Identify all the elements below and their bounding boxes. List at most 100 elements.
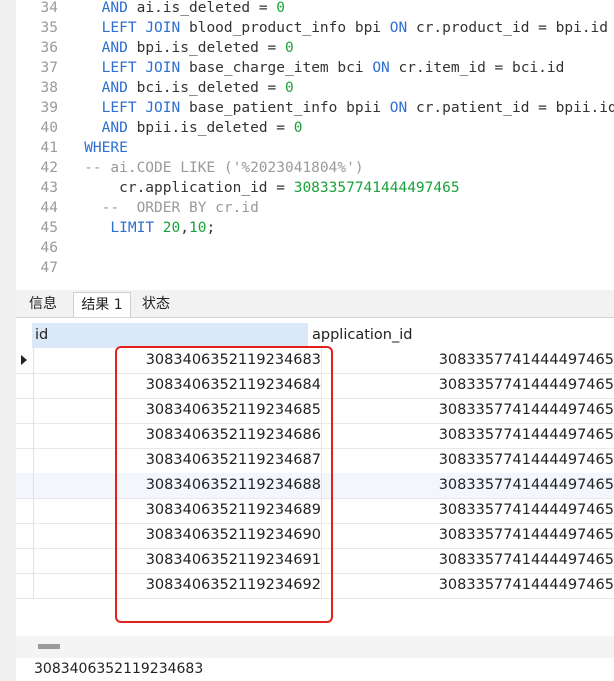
row-indicator[interactable] <box>16 548 34 573</box>
line-number: 42 <box>40 160 58 176</box>
code-line: 42 -- ai.CODE LIKE ('%2023041804%') <box>16 158 364 178</box>
line-number: 37 <box>40 60 58 76</box>
tab-status[interactable]: 状态 <box>132 292 180 316</box>
cell-id[interactable]: 3083406352119234689 <box>34 498 322 523</box>
code-token: cr.patient_id = bpii.id <box>407 100 614 116</box>
cell-application-id[interactable]: 3083357741444497465 <box>322 423 614 448</box>
row-indicator[interactable] <box>16 423 34 448</box>
code-line: 44 -- ORDER BY cr.id <box>16 198 259 218</box>
code-token: bpi.is_deleted = <box>127 40 286 56</box>
cell-application-id[interactable]: 3083357741444497465 <box>322 523 614 548</box>
cell-application-id[interactable]: 3083357741444497465 <box>322 373 614 398</box>
cell-id[interactable]: 3083406352119234683 <box>34 348 322 373</box>
table-row[interactable]: 3083406352119234685 3083357741444497465 <box>16 398 614 424</box>
tab-result-1[interactable]: 结果 1 <box>73 292 131 317</box>
cell-id[interactable]: 3083406352119234685 <box>34 398 322 423</box>
code-line: 36 AND bpi.is_deleted = 0 <box>16 38 294 58</box>
code-line: 35 LEFT JOIN blood_product_info bpi ON c… <box>16 18 609 38</box>
code-token: 0 <box>293 120 303 136</box>
code-token: ai.is_deleted = <box>127 0 277 16</box>
cell-application-id[interactable]: 3083357741444497465 <box>322 548 614 573</box>
row-indicator[interactable] <box>16 523 34 548</box>
code-token: cr.product_id = bpi.id <box>407 20 609 36</box>
tab-info[interactable]: 信息 <box>16 292 70 316</box>
column-header-id-bg <box>32 323 308 348</box>
code-token: AND <box>101 80 128 96</box>
code-line: 34 AND ai.is_deleted = 0 <box>16 0 285 18</box>
code-token: LEFT JOIN <box>101 100 181 116</box>
table-row[interactable]: 3083406352119234688 3083357741444497465 <box>16 473 614 499</box>
code-token: base_charge_item bci <box>180 60 373 76</box>
cell-id[interactable]: 3083406352119234687 <box>34 448 322 473</box>
code-line: 38 AND bci.is_deleted = 0 <box>16 78 294 98</box>
code-token: LEFT JOIN <box>101 60 181 76</box>
cell-id[interactable]: 3083406352119234690 <box>34 523 322 548</box>
row-indicator[interactable] <box>16 398 34 423</box>
code-token: 0 <box>285 80 294 96</box>
code-token: ON <box>389 20 408 36</box>
line-number: 47 <box>40 260 58 276</box>
line-number: 40 <box>40 120 58 136</box>
table-row[interactable]: 3083406352119234690 3083357741444497465 <box>16 523 614 549</box>
column-header-application-id[interactable]: application_id <box>312 323 412 348</box>
line-number: 39 <box>40 100 58 116</box>
code-token: ; <box>206 220 216 236</box>
code-token: 0 <box>285 40 294 56</box>
row-indicator[interactable] <box>16 448 34 473</box>
table-row[interactable]: 3083406352119234691 3083357741444497465 <box>16 548 614 574</box>
cell-application-id[interactable]: 3083357741444497465 <box>322 448 614 473</box>
code-token: blood_product_info bpi <box>180 20 390 36</box>
table-row[interactable]: 3083406352119234684 3083357741444497465 <box>16 373 614 399</box>
cell-application-id[interactable]: 3083357741444497465 <box>322 498 614 523</box>
cell-application-id[interactable]: 3083357741444497465 <box>322 473 614 498</box>
cell-application-id[interactable]: 3083357741444497465 <box>322 348 614 373</box>
table-row[interactable]: 3083406352119234683 3083357741444497465 <box>16 348 614 374</box>
line-number: 44 <box>40 200 58 216</box>
result-tabs: 信息 结果 1 状态 <box>16 290 614 318</box>
code-line: 43 cr.application_id = 30833577414444974… <box>16 178 460 198</box>
column-header-id[interactable]: id <box>35 323 48 348</box>
cell-application-id[interactable]: 3083357741444497465 <box>322 573 614 598</box>
table-row[interactable]: 3083406352119234692 3083357741444497465 <box>16 573 614 599</box>
result-grid: id application_id 3083406352119234683 308… <box>16 320 614 650</box>
row-indicator[interactable] <box>16 373 34 398</box>
horizontal-scrollbar[interactable] <box>16 636 614 658</box>
line-number: 41 <box>40 140 58 156</box>
line-number: 46 <box>40 240 58 256</box>
code-token: 20 <box>162 220 181 236</box>
code-token: AND <box>101 0 128 16</box>
table-row[interactable]: 3083406352119234689 3083357741444497465 <box>16 498 614 524</box>
row-indicator[interactable] <box>16 498 34 523</box>
code-token: LEFT JOIN <box>101 20 181 36</box>
cell-id[interactable]: 3083406352119234684 <box>34 373 322 398</box>
row-indicator[interactable] <box>16 348 34 373</box>
table-row[interactable]: 3083406352119234686 3083357741444497465 <box>16 423 614 449</box>
cell-application-id[interactable]: 3083357741444497465 <box>322 398 614 423</box>
code-token: ON <box>372 60 390 76</box>
left-gutter-strip <box>0 0 16 681</box>
scrollbar-thumb[interactable] <box>38 644 60 649</box>
cell-id[interactable]: 3083406352119234692 <box>34 573 322 598</box>
current-row-arrow-icon <box>21 355 27 365</box>
row-indicator[interactable] <box>16 573 34 598</box>
sql-editor[interactable]: 34 AND ai.is_deleted = 0 35 LEFT JOIN blo… <box>16 0 614 282</box>
table-row[interactable]: 3083406352119234687 3083357741444497465 <box>16 448 614 474</box>
line-number: 38 <box>40 80 58 96</box>
cell-id[interactable]: 3083406352119234691 <box>34 548 322 573</box>
row-indicator[interactable] <box>16 473 34 498</box>
line-number: 45 <box>40 220 58 236</box>
line-number: 35 <box>40 20 58 36</box>
cell-id[interactable]: 3083406352119234688 <box>34 473 322 498</box>
code-line: 40 AND bpii.is_deleted = 0 <box>16 118 303 138</box>
code-line: 47 <box>16 258 84 278</box>
cell-id[interactable]: 3083406352119234686 <box>34 423 322 448</box>
code-token: , <box>180 220 189 236</box>
code-token: cr.item_id = bci.id <box>389 60 565 76</box>
